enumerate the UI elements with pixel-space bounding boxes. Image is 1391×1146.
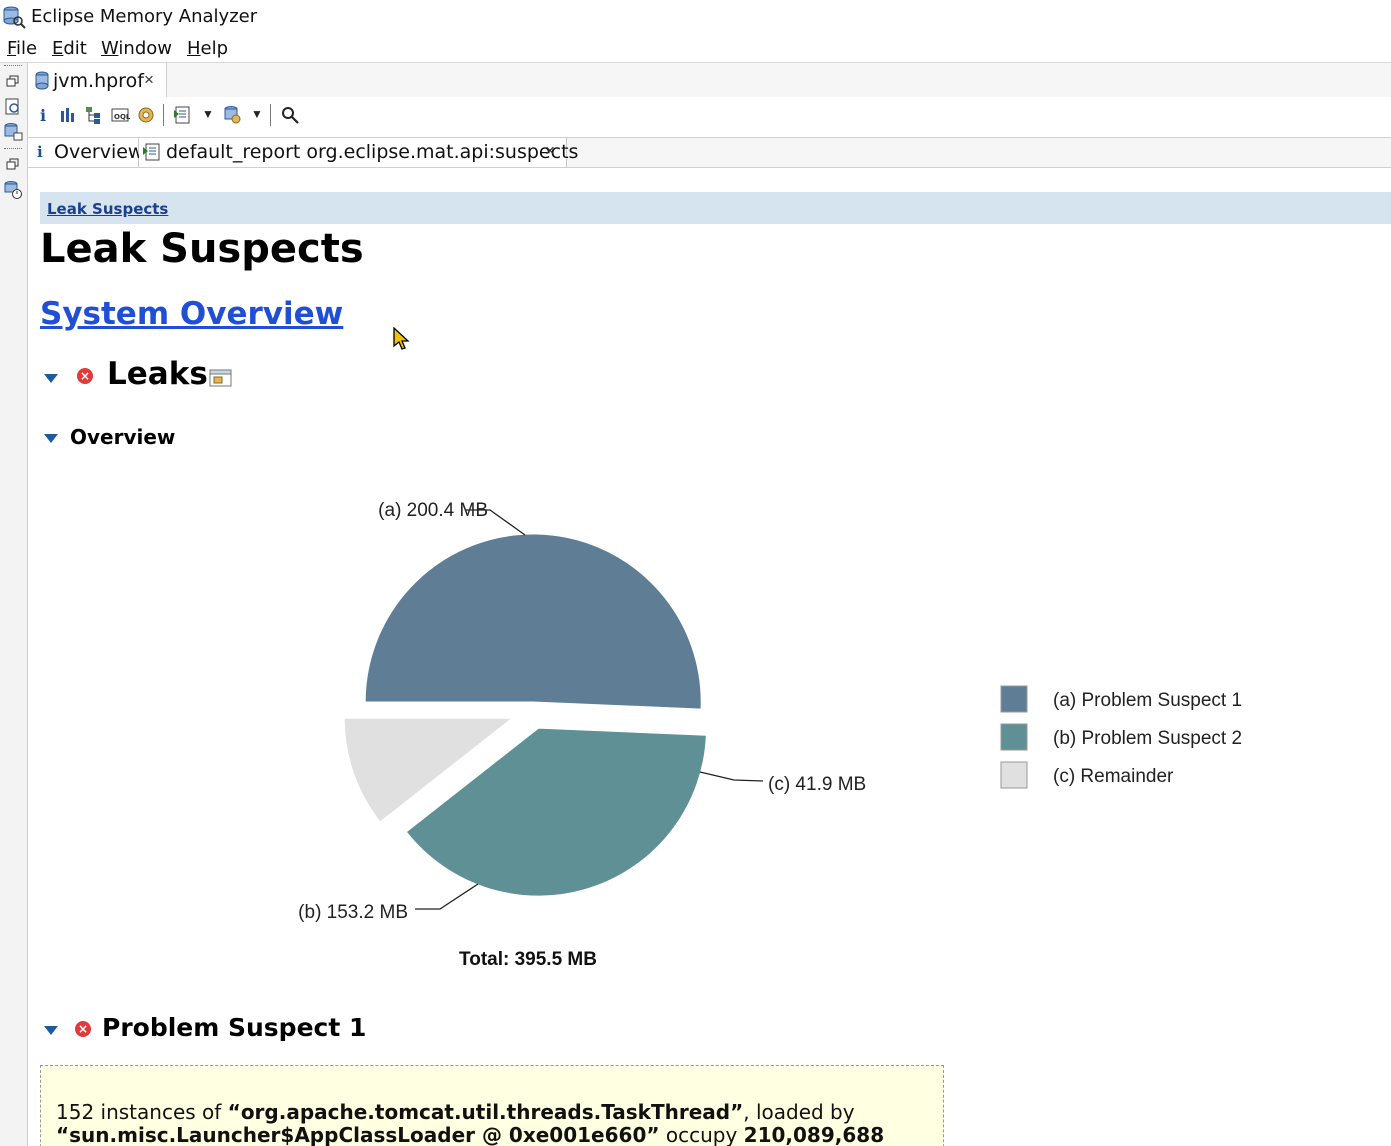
tab-label: default_report org.eclipse.mat.api:suspe… (166, 141, 579, 163)
problem-suspect-collapse-toggle[interactable] (44, 1026, 58, 1035)
leaks-heading: Leaks (107, 356, 208, 392)
tab-jvm-hprof[interactable]: jvm.hprof × (28, 63, 167, 97)
slice-leader-line (415, 883, 479, 910)
suspect-class-loader: “sun.misc.Launcher$AppClassLoader @ 0xe0… (56, 1123, 660, 1146)
title-bar: Eclipse Memory Analyzer (0, 0, 1391, 34)
suspect-count-text: 152 instances of (56, 1100, 228, 1124)
dominator-tree-icon[interactable] (84, 105, 104, 125)
slice-data-label: (b) 153.2 MB (298, 902, 408, 923)
svg-text:OQL: OQL (114, 113, 130, 121)
error-icon: × (77, 368, 93, 384)
legend-label: (b) Problem Suspect 2 (1053, 728, 1242, 749)
close-icon[interactable]: × (144, 70, 154, 90)
svg-text:i: i (40, 106, 46, 125)
report-icon (143, 143, 160, 161)
error-icon: × (75, 1021, 91, 1037)
legend-swatch (1000, 685, 1028, 713)
menu-file[interactable]: File (7, 38, 37, 59)
svg-text:i: i (37, 143, 43, 161)
toolbar-separator (270, 104, 271, 126)
menu-help-rest: elp (200, 38, 229, 59)
inspector-icon[interactable] (3, 98, 23, 116)
menu-file-rest: ile (16, 38, 38, 59)
problem-suspect-description: 152 instances of “org.apache.tomcat.util… (40, 1065, 944, 1146)
tab-label: jvm.hprof (53, 70, 144, 92)
restore-icon[interactable] (3, 156, 23, 174)
search-icon[interactable] (280, 105, 300, 125)
legend-swatch (1000, 723, 1028, 751)
leaks-collapse-toggle[interactable] (44, 374, 58, 383)
chart-total-label: Total: 395.5 MB (459, 949, 597, 970)
menu-window[interactable]: Window (101, 38, 172, 59)
menu-file-mnemonic: F (7, 38, 17, 59)
history-icon[interactable] (3, 181, 23, 199)
editor-tab-bar: jvm.hprof × (28, 63, 1391, 98)
legend-swatch (1000, 761, 1028, 789)
window-title: Eclipse Memory Analyzer (31, 6, 258, 27)
side-trim-bar (0, 63, 28, 1146)
heap-dump-icon (35, 71, 49, 90)
drag-handle[interactable] (4, 65, 22, 69)
suspect-occupy-text: occupy (659, 1123, 744, 1146)
histogram-icon[interactable] (58, 105, 78, 125)
legend-label: (a) Problem Suspect 1 (1053, 690, 1242, 711)
menu-edit[interactable]: Edit (52, 38, 87, 59)
legend-label: (c) Remainder (1053, 766, 1174, 787)
breadcrumb-leak-suspects-link[interactable]: Leak Suspects (47, 200, 168, 218)
suspect-class-name: “org.apache.tomcat.util.threads.TaskThre… (227, 1100, 744, 1124)
heap-dump-icon[interactable] (3, 123, 23, 141)
restore-icon[interactable] (3, 73, 23, 91)
menu-help[interactable]: Help (187, 38, 228, 59)
thread-overview-icon[interactable] (136, 105, 156, 125)
chevron-down-icon[interactable]: ▼ (251, 107, 263, 121)
close-icon[interactable]: × (545, 141, 555, 161)
leak-suspects-pie-chart: (a) 200.4 MB (b) 153.2 MB (c) 41.9 MB Total… (298, 500, 1242, 970)
tab-overview[interactable]: i Overview (28, 138, 143, 167)
drag-handle[interactable] (4, 148, 22, 152)
suspect-bytes: 210,089,688 (743, 1123, 885, 1146)
query-browser-icon[interactable] (222, 105, 242, 125)
suspect-loaded-by-text: , loaded by (743, 1100, 855, 1124)
mouse-cursor-icon (393, 327, 410, 350)
toolbar: i OQL ▼ ▼ (28, 97, 1391, 138)
overview-collapse-toggle[interactable] (44, 434, 58, 443)
pie-slice (364, 533, 702, 710)
tab-default-report[interactable]: default_report org.eclipse.mat.api:suspe… (139, 138, 578, 167)
menu-edit-mnemonic: E (52, 38, 64, 59)
overview-heading: Overview (70, 425, 176, 449)
toolbar-separator (163, 104, 164, 126)
problem-suspect-heading: Problem Suspect 1 (102, 1013, 367, 1042)
slice-data-label: (c) 41.9 MB (768, 774, 866, 795)
menu-help-mnemonic: H (187, 38, 201, 59)
details-icon[interactable] (209, 368, 233, 388)
menu-window-rest: indow (118, 38, 172, 59)
result-tab-bar: i Overview default_report org.eclipse.ma… (28, 138, 1391, 168)
report-content: Leak Suspects Leak Suspects System Overv… (28, 168, 1391, 1146)
oql-icon[interactable]: OQL (110, 105, 130, 125)
menu-bar: File Edit Window Help (0, 34, 1391, 63)
page-title: Leak Suspects (40, 226, 364, 272)
run-report-icon[interactable] (173, 105, 193, 125)
system-overview-link[interactable]: System Overview (40, 296, 343, 332)
memory-analyzer-icon (2, 5, 26, 34)
slice-leader-line (699, 771, 764, 782)
problem-suspect-text: 152 instances of “org.apache.tomcat.util… (56, 1101, 936, 1146)
menu-window-mnemonic: W (101, 38, 119, 59)
chevron-down-icon[interactable]: ▼ (202, 107, 214, 121)
menu-edit-rest: dit (63, 38, 87, 59)
info-icon[interactable]: i (33, 105, 53, 125)
tab-label: Overview (54, 141, 144, 163)
info-icon: i (37, 143, 43, 161)
slice-data-label: (a) 200.4 MB (378, 500, 488, 521)
breadcrumb: Leak Suspects (40, 192, 1391, 224)
